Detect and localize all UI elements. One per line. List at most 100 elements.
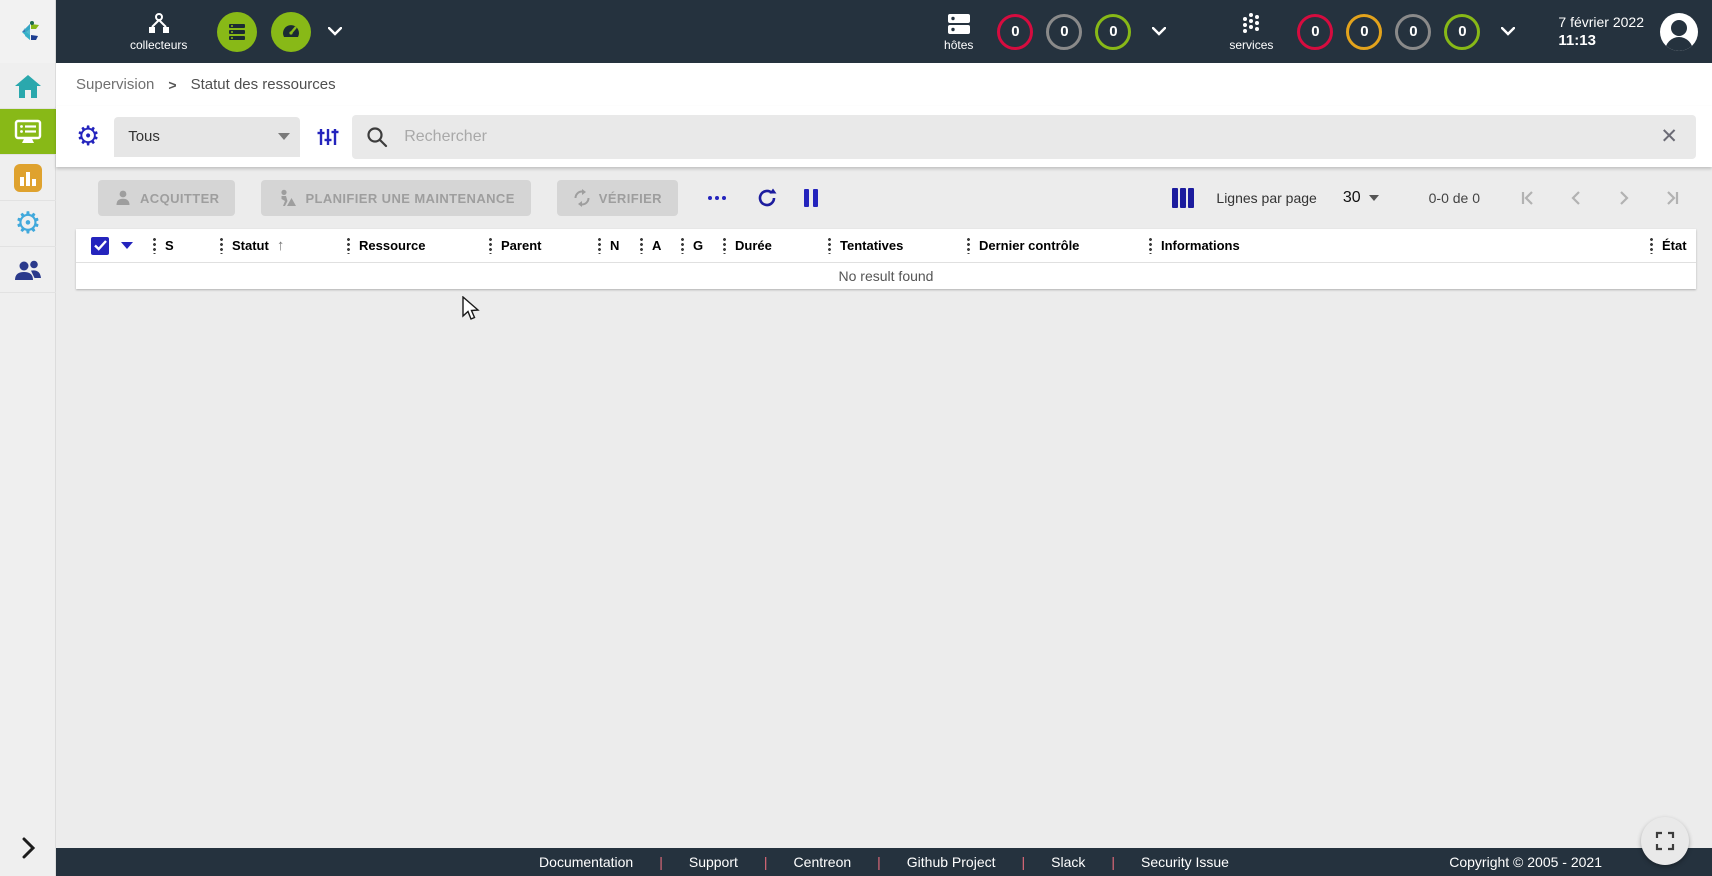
refresh-icon (756, 187, 778, 209)
check-button[interactable]: VÉRIFIER (557, 180, 678, 216)
column-header-severity[interactable]: S (153, 237, 220, 254)
filter-bar: ⚙ Tous (56, 106, 1712, 167)
user-avatar[interactable] (1660, 13, 1698, 51)
breadcrumb-supervision[interactable]: Supervision (76, 76, 154, 93)
column-header-etat[interactable]: État (1650, 237, 1696, 254)
footer-link-security[interactable]: Security Issue (1141, 854, 1229, 870)
select-all-cell (91, 237, 153, 255)
footer-link-documentation[interactable]: Documentation (539, 854, 633, 870)
hosts-down-counter[interactable]: 0 (997, 14, 1033, 50)
hosts-unreachable-counter[interactable]: 0 (1046, 14, 1082, 50)
drag-handle-icon[interactable] (598, 237, 601, 254)
clear-search-icon[interactable]: ✕ (1656, 124, 1682, 149)
filter-settings-gear-icon[interactable]: ⚙ (76, 123, 100, 150)
drag-handle-icon[interactable] (347, 237, 350, 254)
sidebar-expand-button[interactable] (0, 828, 56, 868)
filter-type-select[interactable]: Tous (114, 117, 300, 157)
previous-page-button[interactable] (1566, 188, 1586, 208)
fullscreen-button[interactable] (1641, 817, 1689, 865)
chevron-right-icon (1614, 188, 1634, 208)
select-all-checkbox[interactable] (91, 237, 109, 255)
services-warning-counter[interactable]: 0 (1346, 14, 1382, 50)
downtime-label: PLANIFIER UNE MAINTENANCE (305, 191, 514, 206)
column-header-tentatives[interactable]: Tentatives (828, 237, 967, 254)
pause-auto-refresh-button[interactable] (804, 189, 818, 207)
column-header-statut[interactable]: Statut ↑ (220, 237, 347, 254)
current-time: 11:13 (1558, 31, 1644, 51)
search-field[interactable]: ✕ (352, 115, 1696, 159)
pollers-menu[interactable]: collecteurs (130, 12, 187, 52)
drag-handle-icon[interactable] (153, 237, 156, 254)
top-bar: collecteurs (56, 0, 1712, 63)
services-unknown-counter[interactable]: 0 (1395, 14, 1431, 50)
chevron-left-icon (1566, 188, 1586, 208)
last-page-button[interactable] (1662, 188, 1682, 208)
drag-handle-icon[interactable] (489, 237, 492, 254)
hosts-menu[interactable]: hôtes (944, 12, 973, 52)
drag-handle-icon[interactable] (640, 237, 643, 254)
hosts-icon (945, 12, 973, 36)
resources-table: S Statut ↑ Ressource Parent (76, 229, 1696, 289)
poller-status-button[interactable] (217, 12, 257, 52)
advanced-filter-button[interactable] (316, 125, 340, 149)
column-header-a[interactable]: A (640, 237, 681, 254)
check-label: VÉRIFIER (599, 191, 662, 206)
column-header-parent[interactable]: Parent (489, 237, 598, 254)
refresh-button[interactable] (756, 187, 778, 209)
breadcrumb: Supervision > Statut des ressources (56, 63, 1712, 106)
first-page-button[interactable] (1518, 188, 1538, 208)
sidebar-item-home[interactable] (0, 63, 56, 109)
footer-link-centreon[interactable]: Centreon (794, 854, 852, 870)
centreon-logo[interactable] (0, 0, 56, 63)
drag-handle-icon[interactable] (1650, 237, 1653, 254)
copyright-text: Copyright © 2005 - 2021 (1449, 854, 1602, 870)
footer: Documentation | Support | Centreon | Git… (56, 848, 1712, 876)
sidebar-item-reporting[interactable] (0, 155, 56, 201)
sidebar-item-supervision[interactable] (0, 109, 56, 155)
sidebar-item-administration[interactable] (0, 247, 56, 293)
pagination-range: 0-0 de 0 (1429, 190, 1480, 206)
services-expand-button[interactable] (1494, 18, 1522, 46)
breadcrumb-current-page[interactable]: Statut des ressources (191, 76, 336, 93)
sidebar-item-configuration[interactable]: ⚙ (0, 201, 56, 247)
edit-columns-button[interactable] (1172, 188, 1194, 208)
downtime-button[interactable]: PLANIFIER UNE MAINTENANCE (261, 180, 530, 216)
services-critical-counter[interactable]: 0 (1297, 14, 1333, 50)
footer-link-slack[interactable]: Slack (1051, 854, 1085, 870)
services-warning-count: 0 (1360, 23, 1368, 40)
select-arrow-icon (278, 133, 290, 140)
more-actions-button[interactable] (708, 196, 726, 200)
drag-handle-icon[interactable] (967, 237, 970, 254)
gauge-status-button[interactable] (271, 12, 311, 52)
next-page-button[interactable] (1614, 188, 1634, 208)
sidebar: ⚙ (0, 63, 56, 876)
pollers-expand-button[interactable] (321, 18, 349, 46)
drag-handle-icon[interactable] (828, 237, 831, 254)
column-header-g[interactable]: G (681, 237, 723, 254)
hosts-up-counter[interactable]: 0 (1095, 14, 1131, 50)
collecteurs-label: collecteurs (130, 38, 187, 52)
column-header-n[interactable]: N (598, 237, 640, 254)
hosts-label: hôtes (944, 38, 973, 52)
chevron-down-icon (328, 27, 342, 36)
drag-handle-icon[interactable] (1149, 237, 1152, 254)
services-label: services (1229, 38, 1273, 52)
footer-link-support[interactable]: Support (689, 854, 738, 870)
selection-menu-caret-icon[interactable] (121, 242, 133, 249)
drag-handle-icon[interactable] (723, 237, 726, 254)
column-header-dernier-controle[interactable]: Dernier contrôle (967, 237, 1149, 254)
search-input[interactable] (404, 128, 1656, 146)
filter-select-value: Tous (128, 128, 160, 145)
column-label: Parent (501, 238, 541, 253)
acknowledge-button[interactable]: ACQUITTER (98, 180, 235, 216)
rows-per-page-select[interactable]: 30 (1343, 189, 1379, 207)
column-header-ressource[interactable]: Ressource (347, 237, 489, 254)
drag-handle-icon[interactable] (681, 237, 684, 254)
drag-handle-icon[interactable] (220, 237, 223, 254)
footer-link-github[interactable]: Github Project (907, 854, 996, 870)
column-header-duree[interactable]: Durée (723, 237, 828, 254)
services-menu[interactable]: services (1229, 12, 1273, 52)
services-ok-counter[interactable]: 0 (1444, 14, 1480, 50)
column-header-informations[interactable]: Informations (1149, 237, 1650, 254)
hosts-expand-button[interactable] (1145, 18, 1173, 46)
